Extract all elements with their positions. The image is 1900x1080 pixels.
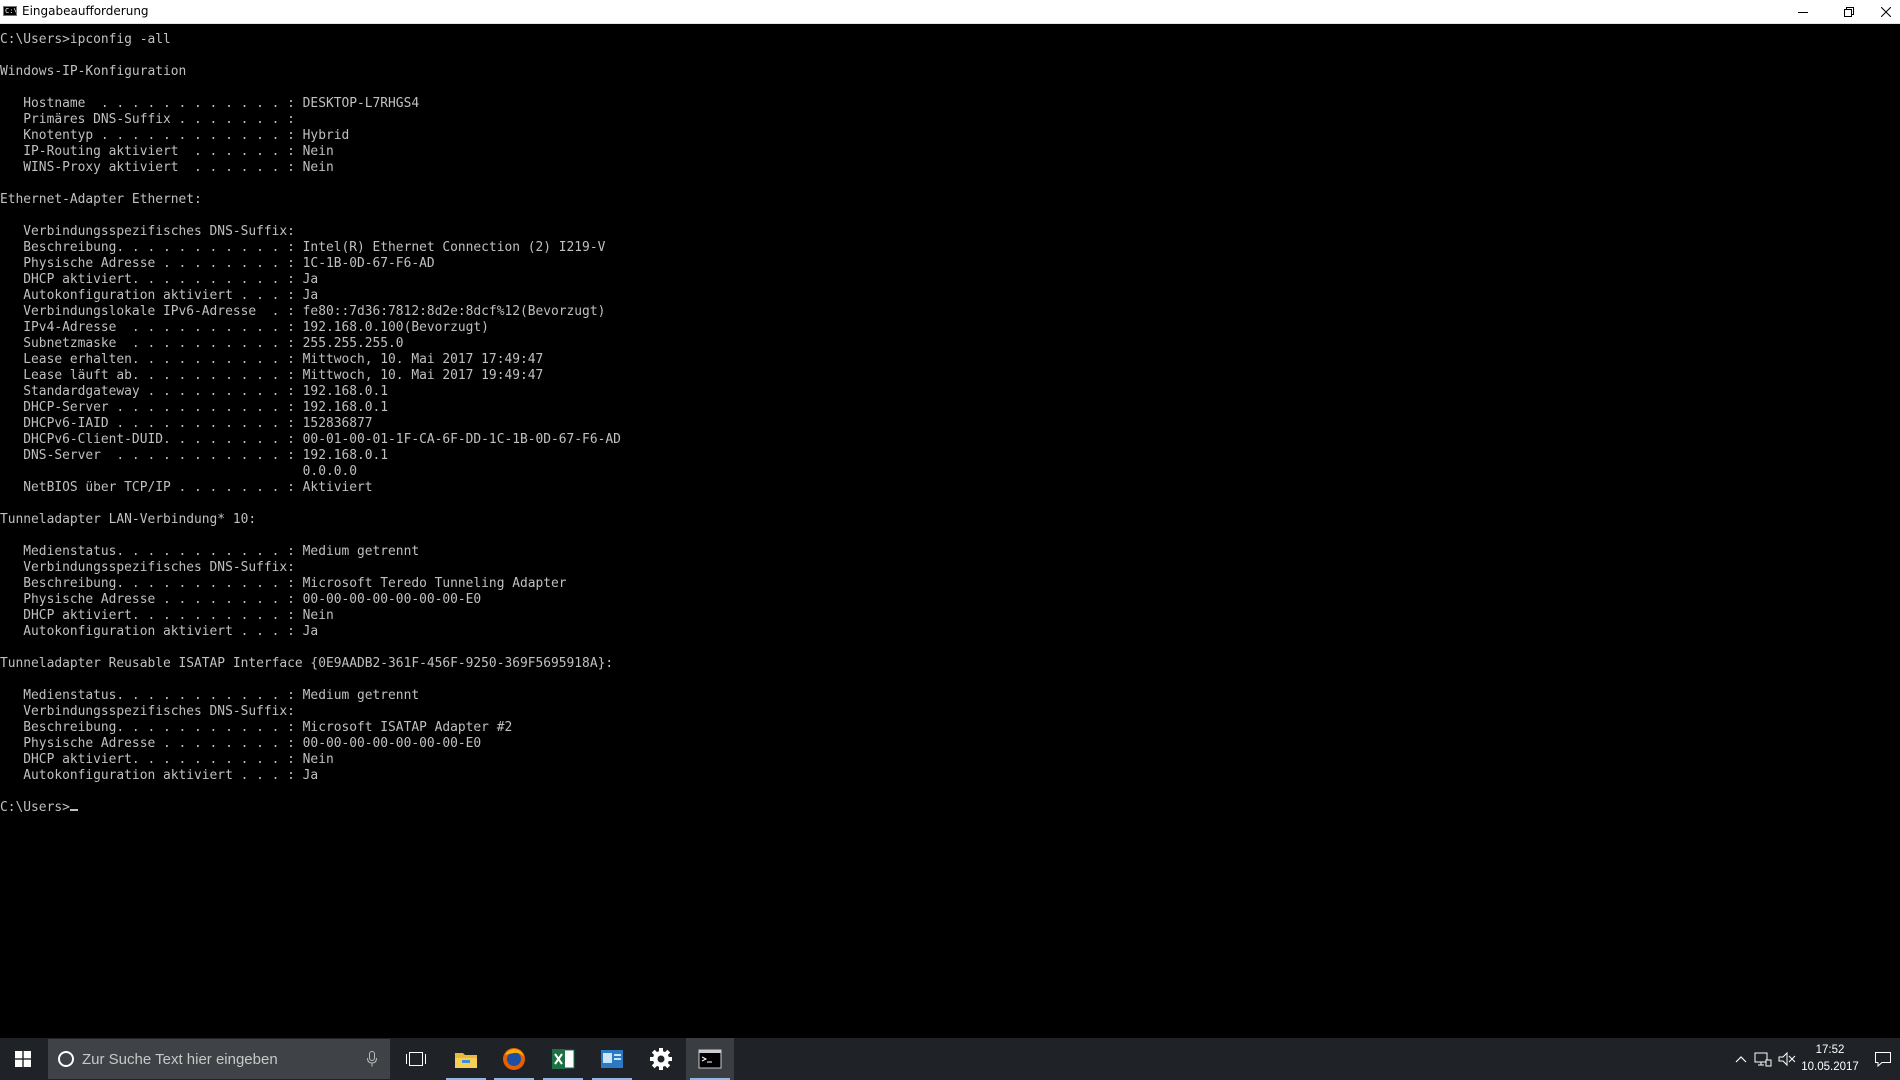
console-line: Autokonfiguration aktiviert . . . : Ja bbox=[0, 768, 319, 783]
console-line: Hostname . . . . . . . . . . . . : DESKT… bbox=[0, 96, 420, 111]
console-line: Verbindungslokale IPv6-Adresse . : fe80:… bbox=[0, 304, 606, 319]
search-placeholder: Zur Suche Text hier eingeben bbox=[82, 1050, 278, 1068]
console-line: Autokonfiguration aktiviert . . . : Ja bbox=[0, 624, 319, 639]
taskbar-app-excel[interactable] bbox=[539, 1038, 587, 1080]
console-line: Physische Adresse . . . . . . . . : 00-0… bbox=[0, 736, 482, 751]
console-line: Lease erhalten. . . . . . . . . . : Mitt… bbox=[0, 352, 544, 367]
show-hidden-icons-button[interactable] bbox=[1732, 1038, 1750, 1080]
console-line: C:\Users>ipconfig -all bbox=[0, 32, 171, 47]
clock-time: 17:52 bbox=[1815, 1044, 1845, 1056]
console-line: Beschreibung. . . . . . . . . . . : Micr… bbox=[0, 576, 567, 591]
minimize-button[interactable] bbox=[1780, 0, 1826, 23]
text-cursor bbox=[69, 809, 78, 811]
window-title: Eingabeaufforderung bbox=[22, 4, 149, 18]
console-line: WINS-Proxy aktiviert . . . . . . : Nein bbox=[0, 160, 334, 175]
console-line: Verbindungsspezifisches DNS-Suffix: bbox=[0, 224, 295, 239]
console-line: Autokonfiguration aktiviert . . . : Ja bbox=[0, 288, 319, 303]
console-prompt-line[interactable]: C:\Users> bbox=[0, 800, 1900, 816]
console-line: Standardgateway . . . . . . . . . : 192.… bbox=[0, 384, 389, 399]
start-button[interactable] bbox=[0, 1038, 46, 1080]
console-line: DHCPv6-Client-DUID. . . . . . . . : 00-0… bbox=[0, 432, 621, 447]
network-status-button[interactable] bbox=[1752, 1038, 1774, 1080]
folder-icon bbox=[455, 1053, 477, 1068]
volume-button[interactable] bbox=[1776, 1038, 1798, 1080]
cortana-icon bbox=[58, 1051, 74, 1067]
console-line: Primäres DNS-Suffix . . . . . . . : bbox=[0, 112, 295, 127]
console-line: Tunneladapter Reusable ISATAP Interface … bbox=[0, 656, 614, 671]
microphone-icon[interactable] bbox=[366, 1051, 378, 1067]
clock[interactable]: 17:52 10.05.2017 bbox=[1800, 1042, 1860, 1076]
console-line: Tunneladapter LAN-Verbindung* 10: bbox=[0, 512, 257, 527]
console-line: Medienstatus. . . . . . . . . . . : Medi… bbox=[0, 688, 420, 703]
console-line: DHCP aktiviert. . . . . . . . . . : Ja bbox=[0, 272, 319, 287]
console-line: Beschreibung. . . . . . . . . . . : Inte… bbox=[0, 240, 606, 255]
console-line: DHCP-Server . . . . . . . . . . . : 192.… bbox=[0, 400, 389, 415]
console-line: Verbindungsspezifisches DNS-Suffix: bbox=[0, 560, 295, 575]
close-icon bbox=[1881, 6, 1891, 17]
taskbar: Zur Suche Text hier eingeben 17:52 10.05… bbox=[0, 1038, 1900, 1080]
console-line: IPv4-Adresse . . . . . . . . . . : 192.1… bbox=[0, 320, 489, 335]
console-line: Beschreibung. . . . . . . . . . . : Micr… bbox=[0, 720, 513, 735]
cmd-icon bbox=[698, 1049, 722, 1069]
console-line: NetBIOS über TCP/IP . . . . . . . : Akti… bbox=[0, 480, 373, 495]
title-bar[interactable]: C:\ Eingabeaufforderung bbox=[0, 0, 1900, 24]
taskbar-app-file-explorer[interactable] bbox=[442, 1038, 490, 1080]
task-view-button[interactable] bbox=[396, 1038, 436, 1080]
chevron-up-icon bbox=[1735, 1056, 1747, 1063]
console-line: DHCP aktiviert. . . . . . . . . . : Nein bbox=[0, 608, 334, 623]
console-line: DHCPv6-IAID . . . . . . . . . . . : 1528… bbox=[0, 416, 373, 431]
task-view-icon bbox=[406, 1052, 426, 1066]
console-line: DHCP aktiviert. . . . . . . . . . : Nein bbox=[0, 752, 334, 767]
console-line: Ethernet-Adapter Ethernet: bbox=[0, 192, 202, 207]
console-line: Windows-IP-Konfiguration bbox=[0, 64, 187, 79]
network-icon bbox=[1754, 1052, 1772, 1067]
restore-button[interactable] bbox=[1826, 0, 1872, 23]
gear-icon bbox=[650, 1048, 672, 1070]
console-line: DNS-Server . . . . . . . . . . . : 192.1… bbox=[0, 448, 389, 463]
taskbar-app-command-prompt[interactable] bbox=[686, 1038, 734, 1080]
restore-icon bbox=[1844, 6, 1854, 17]
console-lines: C:\Users>ipconfig -all Windows-IP-Konfigu… bbox=[0, 32, 1900, 800]
close-button[interactable] bbox=[1872, 0, 1900, 23]
search-box[interactable]: Zur Suche Text hier eingeben bbox=[48, 1039, 390, 1079]
windows-logo-icon bbox=[15, 1051, 31, 1067]
taskbar-app-settings[interactable] bbox=[637, 1038, 685, 1080]
console-line: Physische Adresse . . . . . . . . : 1C-1… bbox=[0, 256, 435, 271]
console-line: Medienstatus. . . . . . . . . . . : Medi… bbox=[0, 544, 420, 559]
console-line: Knotentyp . . . . . . . . . . . . : Hybr… bbox=[0, 128, 350, 143]
console-line: Lease läuft ab. . . . . . . . . . : Mitt… bbox=[0, 368, 544, 383]
volume-muted-icon bbox=[1778, 1051, 1796, 1067]
notification-icon bbox=[1875, 1052, 1891, 1067]
console-line: Subnetzmaske . . . . . . . . . . : 255.2… bbox=[0, 336, 404, 351]
taskbar-app-outlook[interactable] bbox=[588, 1038, 636, 1080]
console-line: Physische Adresse . . . . . . . . : 00-0… bbox=[0, 592, 482, 607]
clock-date: 10.05.2017 bbox=[1801, 1061, 1859, 1073]
action-center-button[interactable] bbox=[1868, 1038, 1898, 1080]
minimize-icon bbox=[1798, 11, 1808, 13]
excel-icon bbox=[552, 1049, 575, 1069]
console-line: Verbindungsspezifisches DNS-Suffix: bbox=[0, 704, 295, 719]
console-output[interactable]: C:\Users>ipconfig -all Windows-IP-Konfigu… bbox=[0, 32, 1900, 1032]
console-prompt: C:\Users> bbox=[0, 800, 70, 815]
outlook-icon bbox=[601, 1050, 623, 1068]
taskbar-app-firefox[interactable] bbox=[490, 1038, 538, 1080]
console-line: 0.0.0.0 bbox=[0, 464, 357, 479]
firefox-icon bbox=[503, 1048, 525, 1070]
cmd-app-icon: C:\ bbox=[3, 6, 17, 16]
console-line: IP-Routing aktiviert . . . . . . : Nein bbox=[0, 144, 334, 159]
